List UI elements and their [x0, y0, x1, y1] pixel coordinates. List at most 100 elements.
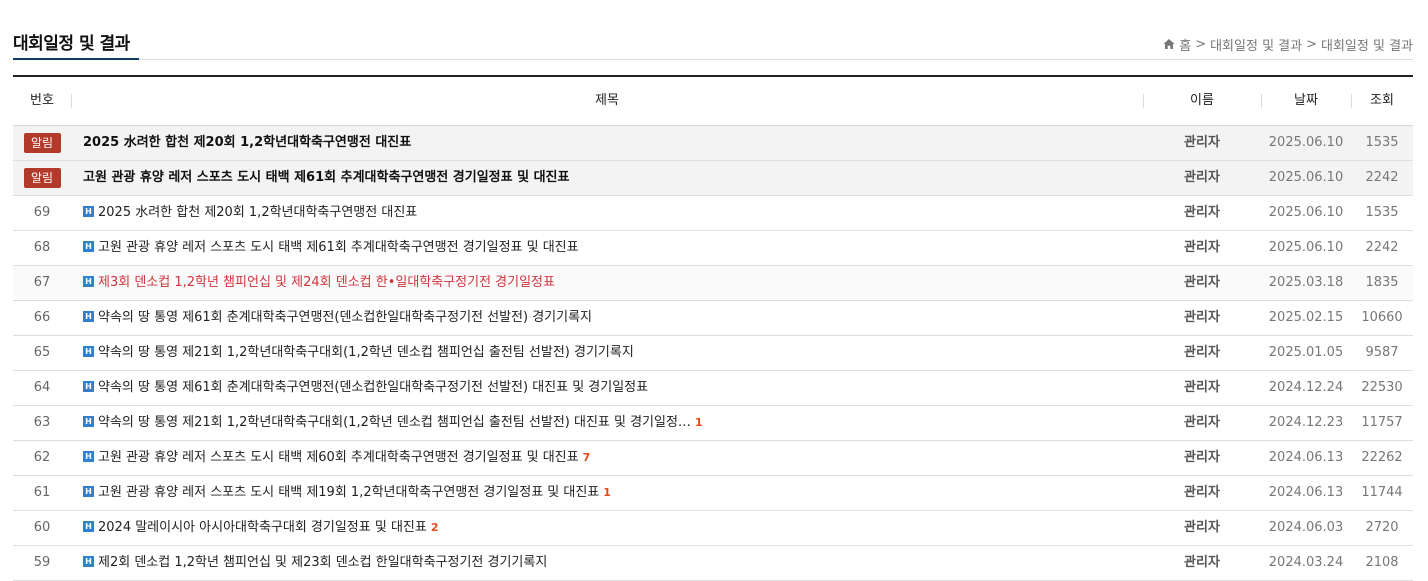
- header-name: 이름: [1143, 77, 1261, 125]
- author-name: 관리자: [1184, 450, 1220, 465]
- post-title-link[interactable]: 약속의 땅 통영 제21회 1,2학년대학축구대회(1,2학년 덴소컵 챔피언십…: [98, 415, 691, 430]
- row-number: 68: [33, 240, 51, 255]
- notice-badge: 알림: [23, 168, 61, 188]
- row-number: 65: [33, 345, 51, 360]
- row-number: 67: [33, 275, 51, 290]
- post-title-link[interactable]: 약속의 땅 통영 제21회 1,2학년대학축구대회(1,2학년 덴소컵 챔피언십…: [98, 345, 634, 360]
- header-num: 번호: [30, 93, 54, 108]
- post-title-link[interactable]: 제2회 덴소컵 1,2학년 챔피언십 및 제23회 덴소컵 한일대학축구정기전 …: [98, 555, 547, 570]
- post-title-link[interactable]: 고원 관광 휴양 레저 스포츠 도시 태백 제61회 추계대학축구연맹전 경기일…: [98, 240, 579, 255]
- post-title-link[interactable]: 고원 관광 휴양 레저 스포츠 도시 태백 제60회 추계대학축구연맹전 경기일…: [98, 450, 579, 465]
- post-title-link[interactable]: 2025 水려한 합천 제20회 1,2학년대학축구연맹전 대진표: [83, 135, 411, 150]
- post-title-link[interactable]: 2025 水려한 합천 제20회 1,2학년대학축구연맹전 대진표: [98, 205, 417, 220]
- h-file-icon: H: [83, 206, 94, 217]
- h-file-icon: H: [83, 451, 94, 462]
- post-title-link[interactable]: 약속의 땅 통영 제61회 춘계대학축구연맹전(덴소컵한일대학축구정기전 선발전…: [98, 380, 648, 395]
- header-views: 조회: [1351, 77, 1413, 125]
- row-title-cell: H 제2회 덴소컵 1,2학년 챔피언십 및 제23회 덴소컵 한일대학축구정기전…: [83, 546, 1143, 580]
- view-count: 11757: [1361, 415, 1403, 430]
- table-row[interactable]: 59 H 제2회 덴소컵 1,2학년 챔피언십 및 제23회 덴소컵 한일대학축구정…: [13, 546, 1413, 581]
- table-row[interactable]: 62 H 고원 관광 휴양 레저 스포츠 도시 태백 제60회 추계대학축구연맹전 …: [13, 441, 1413, 476]
- row-number: 66: [33, 310, 51, 325]
- table-row[interactable]: 64 H 약속의 땅 통영 제61회 춘계대학축구연맹전(덴소컵한일대학축구정기전 …: [13, 371, 1413, 406]
- row-number: 59: [33, 555, 51, 570]
- row-title-cell: H 2025 水려한 합천 제20회 1,2학년대학축구연맹전 대진표: [83, 196, 1143, 230]
- comment-count: 2: [430, 521, 439, 534]
- table-row[interactable]: 67 H 제3회 덴소컵 1,2학년 챔피언십 및 제24회 덴소컵 한•일대학축구…: [13, 266, 1413, 301]
- author-name: 관리자: [1184, 520, 1220, 535]
- table-row[interactable]: 65 H 약속의 땅 통영 제21회 1,2학년대학축구대회(1,2학년 덴소컵 챔…: [13, 336, 1413, 371]
- row-number: 63: [33, 415, 51, 430]
- page-header: 대회일정 및 결과 홈 > 대회일정 및 결과 > 대회일정 및 결과: [13, 22, 1413, 62]
- breadcrumb-separator: >: [1306, 37, 1317, 52]
- h-file-icon: H: [83, 276, 94, 287]
- header-title: 제목: [71, 77, 1143, 125]
- view-count: 9587: [1365, 345, 1399, 360]
- post-title-link[interactable]: 고원 관광 휴양 레저 스포츠 도시 태백 제61회 추계대학축구연맹전 경기일…: [83, 170, 569, 185]
- author-name: 관리자: [1184, 345, 1220, 360]
- board-page: 대회일정 및 결과 홈 > 대회일정 및 결과 > 대회일정 및 결과 번호 제…: [0, 0, 1428, 581]
- table-row[interactable]: 68 H 고원 관광 휴양 레저 스포츠 도시 태백 제61회 추계대학축구연맹전 …: [13, 231, 1413, 266]
- row-number: 64: [33, 380, 51, 395]
- row-title-cell: H 2024 말레이시아 아시아대학축구대회 경기일정표 및 대진표 2: [83, 511, 1143, 545]
- table-header: 번호 제목 이름 날짜 조회: [13, 77, 1413, 126]
- post-date: 2024.06.13: [1268, 450, 1344, 465]
- comment-count: 1: [603, 486, 611, 499]
- post-title-link[interactable]: 고원 관광 휴양 레저 스포츠 도시 태백 제19회 1,2학년대학축구연맹전 …: [98, 485, 599, 500]
- post-date: 2024.03.24: [1268, 555, 1344, 570]
- row-title-cell: H 고원 관광 휴양 레저 스포츠 도시 태백 제61회 추계대학축구연맹전 경기…: [83, 231, 1143, 265]
- table-row[interactable]: 60 H 2024 말레이시아 아시아대학축구대회 경기일정표 및 대진표 2 관리자 2…: [13, 511, 1413, 546]
- post-date: 2025.06.10: [1268, 170, 1344, 185]
- notice-badge: 알림: [23, 133, 61, 153]
- table-row[interactable]: 69 H 2025 水려한 합천 제20회 1,2학년대학축구연맹전 대진표 관리자 2…: [13, 196, 1413, 231]
- table-row[interactable]: 61 H 고원 관광 휴양 레저 스포츠 도시 태백 제19회 1,2학년대학축구연…: [13, 476, 1413, 511]
- table-row[interactable]: 66 H 약속의 땅 통영 제61회 춘계대학축구연맹전(덴소컵한일대학축구정기전 …: [13, 301, 1413, 336]
- author-name: 관리자: [1184, 205, 1220, 220]
- view-count: 1835: [1365, 275, 1399, 290]
- row-title-cell: H 고원 관광 휴양 레저 스포츠 도시 태백 제60회 추계대학축구연맹전 경기…: [83, 441, 1143, 475]
- breadcrumb-home[interactable]: 홈: [1179, 35, 1191, 54]
- comment-count: 7: [582, 451, 591, 464]
- post-title-link[interactable]: 제3회 덴소컵 1,2학년 챔피언십 및 제24회 덴소컵 한•일대학축구정기전…: [98, 275, 555, 290]
- post-date: 2025.01.05: [1268, 345, 1344, 360]
- row-title-cell: H 약속의 땅 통영 제61회 춘계대학축구연맹전(덴소컵한일대학축구정기전 선발…: [83, 371, 1143, 405]
- table-row[interactable]: 알림 2025 水려한 합천 제20회 1,2학년대학축구연맹전 대진표 관리자 20…: [13, 126, 1413, 161]
- view-count: 2242: [1365, 240, 1399, 255]
- author-name: 관리자: [1184, 240, 1220, 255]
- breadcrumb-section[interactable]: 대회일정 및 결과: [1210, 35, 1302, 54]
- table-row[interactable]: 알림 고원 관광 휴양 레저 스포츠 도시 태백 제61회 추계대학축구연맹전 경…: [13, 161, 1413, 196]
- row-title-cell: H 제3회 덴소컵 1,2학년 챔피언십 및 제24회 덴소컵 한•일대학축구정기…: [83, 266, 1143, 300]
- post-title-link[interactable]: 약속의 땅 통영 제61회 춘계대학축구연맹전(덴소컵한일대학축구정기전 선발전…: [98, 310, 592, 325]
- row-title-cell: 2025 水려한 합천 제20회 1,2학년대학축구연맹전 대진표: [83, 126, 1143, 160]
- post-date: 2025.06.10: [1268, 240, 1344, 255]
- table-body: 알림 2025 水려한 합천 제20회 1,2학년대학축구연맹전 대진표 관리자 20…: [13, 126, 1413, 581]
- view-count: 2108: [1365, 555, 1399, 570]
- author-name: 관리자: [1184, 275, 1220, 290]
- row-number: 62: [33, 450, 51, 465]
- home-icon: [1163, 38, 1175, 49]
- author-name: 관리자: [1184, 135, 1220, 150]
- post-date: 2024.12.23: [1268, 415, 1344, 430]
- post-date: 2024.12.24: [1268, 380, 1344, 395]
- view-count: 11744: [1361, 485, 1403, 500]
- author-name: 관리자: [1184, 555, 1220, 570]
- row-title-cell: H 약속의 땅 통영 제21회 1,2학년대학축구대회(1,2학년 덴소컵 챔피언…: [83, 336, 1143, 370]
- post-title-link[interactable]: 2024 말레이시아 아시아대학축구대회 경기일정표 및 대진표: [98, 520, 427, 535]
- board-table: 번호 제목 이름 날짜 조회 알림 2025 水려한 합천 제20회 1,2학년대…: [13, 75, 1413, 581]
- post-date: 2025.06.10: [1268, 135, 1344, 150]
- header-rule: [13, 59, 1413, 60]
- table-row[interactable]: 63 H 약속의 땅 통영 제21회 1,2학년대학축구대회(1,2학년 덴소컵 챔…: [13, 406, 1413, 441]
- author-name: 관리자: [1184, 310, 1220, 325]
- row-number: 60: [33, 520, 51, 535]
- view-count: 22262: [1361, 450, 1403, 465]
- row-number: 61: [33, 485, 51, 500]
- view-count: 22530: [1361, 380, 1403, 395]
- h-file-icon: H: [83, 556, 94, 567]
- post-date: 2025.06.10: [1268, 205, 1344, 220]
- author-name: 관리자: [1184, 415, 1220, 430]
- post-date: 2024.06.03: [1268, 520, 1344, 535]
- title-underline: [13, 58, 139, 60]
- notice-badge-cell: 알림: [13, 126, 71, 160]
- header-date: 날짜: [1261, 77, 1351, 125]
- breadcrumb-separator: >: [1195, 37, 1207, 52]
